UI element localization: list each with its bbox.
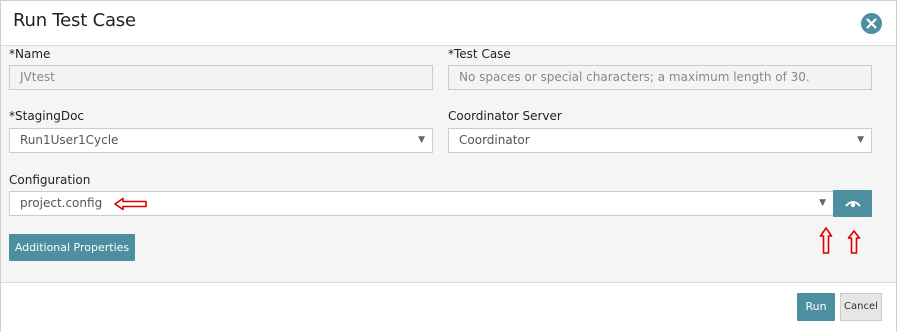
view-configuration-button[interactable] — [833, 190, 872, 217]
eye-icon — [845, 201, 861, 208]
cancel-button[interactable]: Cancel — [840, 293, 882, 321]
chevron-down-icon: ▼ — [819, 198, 826, 208]
dialog-footer: Run Cancel — [1, 282, 896, 332]
coordinator-server-value: Coordinator — [459, 133, 530, 147]
coordinator-server-select[interactable]: Coordinator ▼ — [448, 128, 872, 153]
run-button[interactable]: Run — [797, 293, 835, 321]
name-label: *Name — [9, 47, 51, 61]
test-case-label: *Test Case — [448, 47, 511, 61]
up-arrow-annotation-icon — [847, 230, 861, 254]
additional-properties-button[interactable]: Additional Properties — [9, 234, 135, 261]
close-icon[interactable] — [861, 13, 882, 34]
configuration-value: project.config — [20, 196, 103, 210]
name-field[interactable]: JVtest — [9, 65, 433, 90]
staging-doc-label: *StagingDoc — [9, 109, 85, 123]
dialog-header: Run Test Case — [1, 1, 896, 46]
left-arrow-annotation-icon — [114, 197, 147, 211]
coordinator-server-label: Coordinator Server — [448, 109, 562, 123]
staging-doc-value: Run1User1Cycle — [20, 133, 119, 147]
up-arrow-annotation-icon — [819, 227, 833, 254]
test-case-input[interactable]: No spaces or special characters; a maxim… — [448, 65, 872, 90]
chevron-down-icon: ▼ — [418, 135, 425, 145]
chevron-down-icon: ▼ — [857, 135, 864, 145]
staging-doc-select[interactable]: Run1User1Cycle ▼ — [9, 128, 433, 153]
configuration-label: Configuration — [9, 173, 91, 187]
dialog-title: Run Test Case — [13, 10, 136, 31]
run-test-case-dialog: Run Test Case *Name JVtest *Test Case No… — [0, 0, 897, 332]
